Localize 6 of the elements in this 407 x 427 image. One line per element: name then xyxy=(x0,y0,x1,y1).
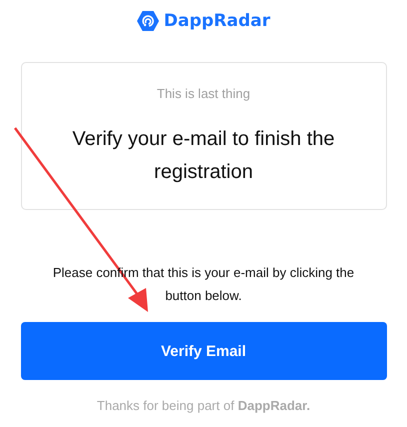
verify-email-button[interactable]: Verify Email xyxy=(20,322,386,380)
thanks-footer: Thanks for being part of DappRadar. xyxy=(96,398,310,413)
radar-logo-icon xyxy=(136,11,159,31)
logo-text: DappRadar xyxy=(164,11,270,31)
card-headline: Verify your e-mail to finish the registration xyxy=(71,127,336,185)
card-subtitle: This is last thing xyxy=(156,86,252,101)
